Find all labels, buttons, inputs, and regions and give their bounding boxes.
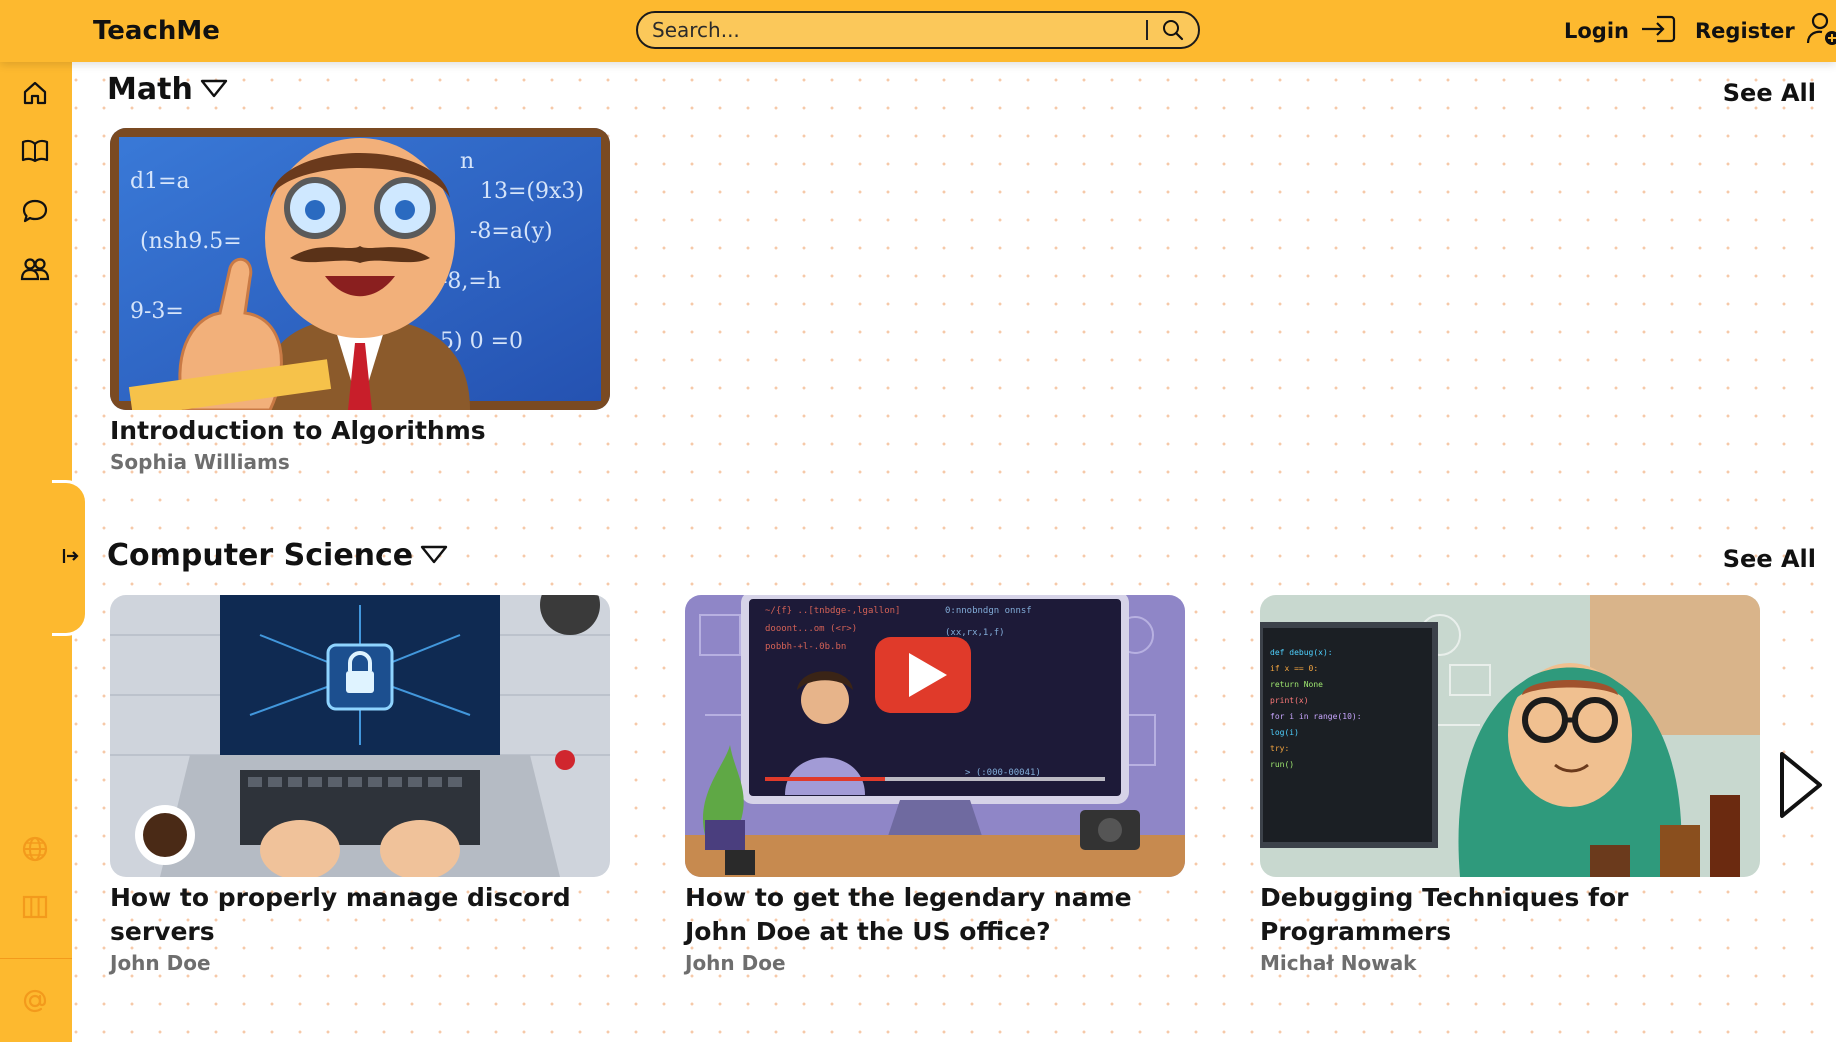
library-icon[interactable]	[20, 892, 50, 922]
svg-text:> (:000-00041): > (:000-00041)	[965, 768, 1041, 778]
brand-logo[interactable]: TeachMe	[93, 16, 220, 46]
svg-text:9-3=: 9-3=	[130, 299, 184, 324]
register-label: Register	[1695, 19, 1795, 43]
add-user-icon	[1805, 11, 1836, 52]
carousel-next-button[interactable]	[1776, 748, 1826, 822]
search-bar	[636, 11, 1200, 49]
course-title[interactable]: How to get the legendary name John Doe a…	[685, 881, 1185, 949]
expand-arrow-icon	[62, 547, 80, 569]
svg-text:5) 0 =0: 5) 0 =0	[440, 329, 523, 354]
svg-text:n: n	[460, 149, 474, 174]
chevron-right-icon	[1776, 752, 1826, 826]
svg-text:for i in range(10):: for i in range(10):	[1270, 712, 1362, 721]
course-thumbnail-laptop-security[interactable]	[110, 595, 610, 877]
sidebar-expand-handle[interactable]	[52, 480, 88, 636]
course-thumbnail-programmer-hoodie[interactable]: def debug(x): if x == 0: return None pri…	[1260, 595, 1760, 877]
section-title-math[interactable]: Math	[107, 72, 229, 107]
chevron-down-icon	[419, 538, 449, 573]
see-all-computer-science-link[interactable]: See All	[1723, 545, 1816, 573]
course-card[interactable]: d1=a (nsh9.5= 9-3= n 13=(9x3) -8=a(y) -8,=h 5)…	[110, 128, 610, 474]
search-icon[interactable]	[1158, 15, 1188, 45]
chat-icon[interactable]	[20, 196, 50, 226]
users-icon[interactable]	[20, 254, 50, 284]
course-author[interactable]: John Doe	[110, 951, 610, 975]
section-title-label: Computer Science	[107, 538, 414, 573]
svg-text:dooont...om (<r>): dooont...om (<r>)	[765, 624, 857, 634]
login-icon	[1639, 13, 1677, 50]
home-icon[interactable]	[20, 78, 50, 108]
section-title-computer-science[interactable]: Computer Science	[107, 538, 449, 573]
svg-text:return None: return None	[1270, 680, 1323, 689]
svg-text:pobbh-+l-.0b.bn: pobbh-+l-.0b.bn	[765, 642, 846, 652]
svg-text:try:: try:	[1270, 744, 1289, 753]
section-title-label: Math	[107, 72, 193, 107]
svg-text:(nsh9.5=: (nsh9.5=	[140, 229, 242, 254]
svg-text:def debug(x):: def debug(x):	[1270, 648, 1333, 657]
login-button[interactable]: Login	[1564, 0, 1677, 62]
svg-text:-8,=h: -8,=h	[440, 269, 501, 294]
search-input[interactable]	[638, 14, 1146, 46]
svg-text:print(x): print(x)	[1270, 696, 1309, 705]
course-author[interactable]: Michał Nowak	[1260, 951, 1760, 975]
course-title[interactable]: How to properly manage discord servers	[110, 881, 610, 949]
course-thumbnail-math-teacher[interactable]: d1=a (nsh9.5= 9-3= n 13=(9x3) -8=a(y) -8,=h 5)…	[110, 128, 610, 410]
course-author[interactable]: Sophia Williams	[110, 450, 610, 474]
course-card[interactable]: How to properly manage discord servers J…	[110, 595, 610, 975]
svg-text:if x == 0:: if x == 0:	[1270, 664, 1318, 673]
svg-text:(xx,rx,1,f): (xx,rx,1,f)	[945, 628, 1005, 638]
at-icon[interactable]	[20, 986, 50, 1016]
login-label: Login	[1564, 19, 1629, 43]
see-all-math-link[interactable]: See All	[1723, 79, 1816, 107]
svg-text:0:nnobndgn onnsf: 0:nnobndgn onnsf	[945, 606, 1032, 616]
course-card[interactable]: def debug(x): if x == 0: return None pri…	[1260, 595, 1760, 975]
book-icon[interactable]	[20, 136, 50, 166]
course-card[interactable]: ~/{f} ..[tnbdge-,lgallon] dooont...om (<r…	[685, 595, 1185, 975]
chevron-down-icon	[199, 72, 229, 107]
search-divider	[1146, 20, 1148, 40]
svg-text:~/{f} ..[tnbdge-,lgallon]: ~/{f} ..[tnbdge-,lgallon]	[765, 606, 900, 616]
svg-text:13=(9x3): 13=(9x3)	[480, 179, 584, 204]
course-author[interactable]: John Doe	[685, 951, 1185, 975]
course-title[interactable]: Debugging Techniques for Programmers	[1260, 881, 1760, 949]
course-title[interactable]: Introduction to Algorithms	[110, 414, 610, 448]
globe-icon[interactable]	[20, 834, 50, 864]
sidebar-divider	[0, 958, 72, 959]
svg-text:d1=a: d1=a	[130, 169, 190, 194]
svg-text:run(): run()	[1270, 760, 1294, 769]
svg-text:-8=a(y): -8=a(y)	[470, 219, 553, 244]
course-thumbnail-video-monitor[interactable]: ~/{f} ..[tnbdge-,lgallon] dooont...om (<r…	[685, 595, 1185, 877]
svg-text:log(i): log(i)	[1270, 728, 1299, 737]
register-button[interactable]: Register	[1695, 0, 1836, 62]
top-bar: TeachMe Login Register	[0, 0, 1836, 62]
